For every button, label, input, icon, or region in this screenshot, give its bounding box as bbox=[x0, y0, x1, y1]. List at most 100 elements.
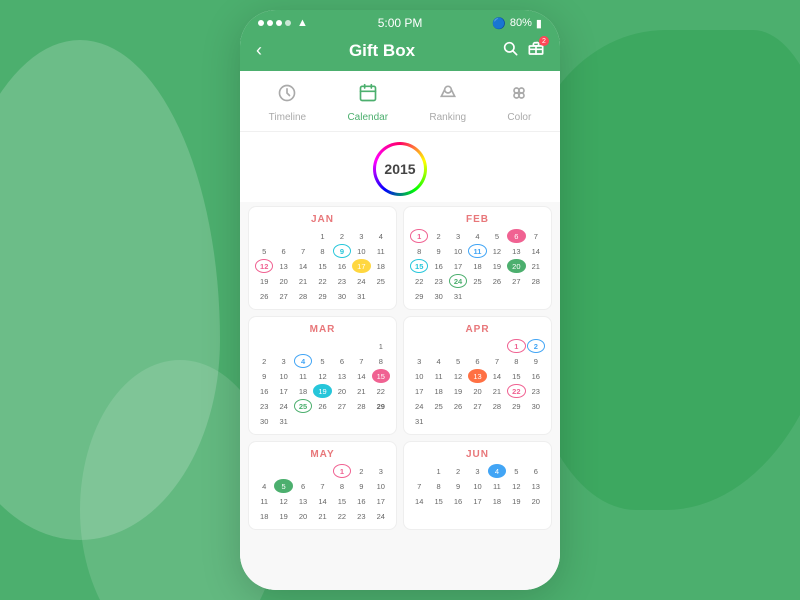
cal-cell[interactable]: 10 bbox=[274, 369, 292, 383]
cal-cell[interactable]: 18 bbox=[294, 384, 312, 398]
cal-cell[interactable]: 16 bbox=[333, 259, 351, 273]
cal-cell[interactable]: 14 bbox=[488, 369, 506, 383]
cal-cell[interactable]: 26 bbox=[449, 399, 467, 413]
gift-button[interactable]: 2 bbox=[528, 40, 544, 61]
cal-cell[interactable]: 10 bbox=[372, 479, 390, 493]
cal-cell[interactable]: 16 bbox=[527, 369, 545, 383]
cal-cell[interactable]: 20 bbox=[468, 384, 486, 398]
cal-cell[interactable]: 14 bbox=[410, 494, 428, 508]
cal-cell[interactable]: 5 bbox=[488, 229, 506, 243]
cal-cell[interactable]: 5 bbox=[507, 464, 525, 478]
cal-cell[interactable]: 17 bbox=[352, 259, 370, 273]
cal-cell[interactable]: 28 bbox=[352, 399, 370, 413]
cal-cell[interactable]: 3 bbox=[274, 354, 292, 368]
cal-cell[interactable]: 21 bbox=[352, 384, 370, 398]
cal-cell[interactable]: 6 bbox=[274, 244, 292, 258]
cal-cell[interactable]: 1 bbox=[333, 464, 351, 478]
tab-ranking[interactable]: Ranking bbox=[419, 81, 476, 125]
cal-cell[interactable]: 14 bbox=[294, 259, 312, 273]
cal-cell[interactable]: 27 bbox=[468, 399, 486, 413]
cal-cell[interactable]: 3 bbox=[372, 464, 390, 478]
cal-cell[interactable]: 11 bbox=[294, 369, 312, 383]
cal-cell[interactable]: 13 bbox=[527, 479, 545, 493]
cal-cell[interactable]: 12 bbox=[274, 494, 292, 508]
cal-cell[interactable]: 31 bbox=[410, 414, 428, 428]
cal-cell[interactable]: 8 bbox=[507, 354, 525, 368]
cal-cell[interactable]: 18 bbox=[372, 259, 390, 273]
cal-cell[interactable]: 4 bbox=[372, 229, 390, 243]
cal-cell[interactable]: 29 bbox=[372, 399, 390, 413]
cal-cell[interactable]: 21 bbox=[527, 259, 545, 273]
cal-cell[interactable]: 7 bbox=[352, 354, 370, 368]
cal-cell[interactable]: 4 bbox=[429, 354, 447, 368]
cal-cell[interactable]: 18 bbox=[468, 259, 486, 273]
cal-cell[interactable]: 10 bbox=[352, 244, 370, 258]
cal-cell[interactable]: 24 bbox=[274, 399, 292, 413]
cal-cell[interactable]: 20 bbox=[274, 274, 292, 288]
cal-cell[interactable]: 10 bbox=[468, 479, 486, 493]
cal-cell[interactable]: 21 bbox=[294, 274, 312, 288]
cal-cell[interactable]: 19 bbox=[507, 494, 525, 508]
cal-cell[interactable]: 12 bbox=[507, 479, 525, 493]
cal-cell[interactable]: 23 bbox=[429, 274, 447, 288]
cal-cell[interactable]: 1 bbox=[429, 464, 447, 478]
cal-cell[interactable]: 22 bbox=[372, 384, 390, 398]
cal-cell[interactable]: 22 bbox=[313, 274, 331, 288]
cal-cell[interactable]: 6 bbox=[294, 479, 312, 493]
cal-cell[interactable]: 2 bbox=[527, 339, 545, 353]
cal-cell[interactable]: 25 bbox=[429, 399, 447, 413]
cal-cell[interactable]: 2 bbox=[449, 464, 467, 478]
cal-cell[interactable]: 15 bbox=[372, 369, 390, 383]
cal-cell[interactable]: 10 bbox=[410, 369, 428, 383]
cal-cell[interactable]: 20 bbox=[527, 494, 545, 508]
cal-cell[interactable]: 23 bbox=[333, 274, 351, 288]
cal-cell[interactable]: 9 bbox=[429, 244, 447, 258]
cal-cell[interactable]: 18 bbox=[429, 384, 447, 398]
cal-cell[interactable]: 2 bbox=[255, 354, 273, 368]
cal-cell[interactable]: 10 bbox=[449, 244, 467, 258]
cal-cell[interactable]: 15 bbox=[429, 494, 447, 508]
cal-cell[interactable]: 24 bbox=[449, 274, 467, 288]
cal-cell[interactable]: 1 bbox=[410, 229, 428, 243]
cal-cell[interactable]: 19 bbox=[255, 274, 273, 288]
cal-cell[interactable]: 25 bbox=[468, 274, 486, 288]
tab-calendar[interactable]: Calendar bbox=[337, 81, 398, 125]
cal-cell[interactable]: 2 bbox=[352, 464, 370, 478]
cal-cell[interactable]: 4 bbox=[468, 229, 486, 243]
cal-cell[interactable]: 31 bbox=[449, 289, 467, 303]
year-circle[interactable]: 2015 bbox=[373, 142, 427, 196]
cal-cell[interactable]: 16 bbox=[429, 259, 447, 273]
cal-cell[interactable]: 15 bbox=[313, 259, 331, 273]
cal-cell[interactable]: 20 bbox=[294, 509, 312, 523]
cal-cell[interactable]: 5 bbox=[274, 479, 292, 493]
cal-cell[interactable]: 12 bbox=[449, 369, 467, 383]
tab-color[interactable]: Color bbox=[497, 81, 541, 125]
cal-cell[interactable]: 14 bbox=[313, 494, 331, 508]
cal-cell[interactable]: 25 bbox=[294, 399, 312, 413]
cal-cell[interactable]: 29 bbox=[507, 399, 525, 413]
cal-cell[interactable]: 19 bbox=[274, 509, 292, 523]
cal-cell[interactable]: 17 bbox=[449, 259, 467, 273]
cal-cell[interactable]: 11 bbox=[255, 494, 273, 508]
cal-cell[interactable]: 13 bbox=[333, 369, 351, 383]
cal-cell[interactable]: 8 bbox=[410, 244, 428, 258]
cal-cell[interactable]: 13 bbox=[294, 494, 312, 508]
cal-cell[interactable]: 14 bbox=[527, 244, 545, 258]
cal-cell[interactable]: 24 bbox=[352, 274, 370, 288]
cal-cell[interactable]: 23 bbox=[255, 399, 273, 413]
cal-cell[interactable]: 29 bbox=[313, 289, 331, 303]
cal-cell[interactable]: 30 bbox=[255, 414, 273, 428]
cal-cell[interactable]: 12 bbox=[488, 244, 506, 258]
cal-cell[interactable]: 22 bbox=[507, 384, 525, 398]
cal-cell[interactable]: 29 bbox=[410, 289, 428, 303]
cal-cell[interactable]: 31 bbox=[352, 289, 370, 303]
cal-cell[interactable]: 8 bbox=[313, 244, 331, 258]
cal-cell[interactable]: 30 bbox=[527, 399, 545, 413]
cal-cell[interactable]: 16 bbox=[449, 494, 467, 508]
cal-cell[interactable]: 9 bbox=[527, 354, 545, 368]
cal-cell[interactable]: 18 bbox=[255, 509, 273, 523]
cal-cell[interactable]: 19 bbox=[488, 259, 506, 273]
cal-cell[interactable]: 7 bbox=[294, 244, 312, 258]
cal-cell[interactable]: 4 bbox=[294, 354, 312, 368]
tab-timeline[interactable]: Timeline bbox=[259, 81, 316, 125]
